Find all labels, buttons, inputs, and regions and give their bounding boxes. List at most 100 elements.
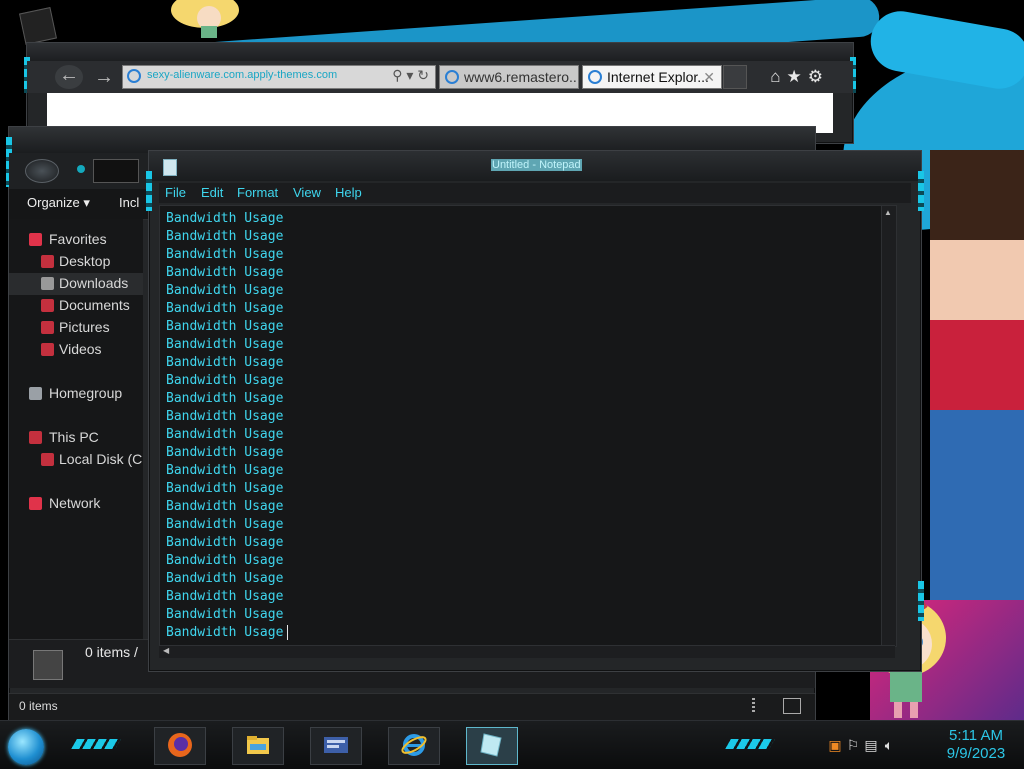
text-line-content: Bandwidth Usage <box>166 517 284 532</box>
desktop-icon <box>41 255 54 268</box>
text-line: Bandwidth Usage <box>166 444 288 462</box>
videos-icon <box>41 343 54 356</box>
text-line: Bandwidth Usage <box>166 246 288 264</box>
back-icon[interactable]: ← <box>55 65 83 89</box>
window-accent <box>918 581 924 621</box>
taskbar-control-panel[interactable] <box>310 727 362 765</box>
details-view-icon[interactable] <box>752 698 755 712</box>
text-line: Bandwidth Usage <box>166 498 288 516</box>
nav-item[interactable]: Downloads <box>9 273 143 295</box>
menu-edit[interactable]: Edit <box>201 185 223 200</box>
documents-icon <box>41 299 54 312</box>
text-line: Bandwidth Usage <box>166 408 288 426</box>
menu-file[interactable]: File <box>165 185 186 200</box>
nav-item[interactable]: Favorites <box>9 229 143 251</box>
text-line: Bandwidth Usage <box>166 516 288 534</box>
clock-date: 9/9/2023 <box>946 745 1006 762</box>
clock-time: 5:11 AM <box>949 727 1003 744</box>
text-line-content: Bandwidth Usage <box>166 445 284 460</box>
firefox-icon <box>168 733 192 757</box>
text-line: Bandwidth Usage <box>166 318 288 336</box>
organize-button[interactable]: Organize ▾ <box>27 195 90 211</box>
text-line: Bandwidth Usage <box>166 552 288 570</box>
nav-item[interactable]: This PC <box>9 427 143 449</box>
menu-format[interactable]: Format <box>237 185 278 200</box>
horizontal-scrollbar[interactable]: ◀ <box>159 645 895 658</box>
nav-item[interactable]: Videos <box>9 339 143 361</box>
back-icon[interactable] <box>77 165 85 173</box>
sublime-icon[interactable]: ▣ <box>826 737 844 754</box>
taskbar: ▣ ⚐ ▤ 🔈︎ 5:11 AM 9/9/2023 <box>0 720 1024 769</box>
browser-tab[interactable]: www6.remastero... <box>439 65 579 89</box>
this-pc-icon <box>29 431 42 444</box>
text-line: Bandwidth Usage <box>166 624 289 642</box>
text-line-content: Bandwidth Usage <box>166 463 284 478</box>
text-line: Bandwidth Usage <box>166 300 288 318</box>
text-line-content: Bandwidth Usage <box>166 571 284 586</box>
volume-icon[interactable]: 🔈︎ <box>880 737 898 754</box>
taskbar-firefox[interactable] <box>154 727 206 765</box>
nav-item[interactable]: Network <box>9 493 143 515</box>
taskbar-internet-explorer[interactable] <box>388 727 440 765</box>
favorites-star-icon[interactable]: ★ <box>787 67 808 86</box>
gear-icon[interactable]: ⚙ <box>808 67 829 86</box>
text-line: Bandwidth Usage <box>166 534 288 552</box>
start-button[interactable] <box>8 729 44 765</box>
downloads-icon <box>41 277 54 290</box>
navigation-pane: Favorites Desktop Downloads Documents Pictur… <box>9 219 143 639</box>
text-editor-area[interactable]: Bandwidth Usage Bandwidth Usage Bandwidth … <box>159 205 897 647</box>
text-line-content: Bandwidth Usage <box>166 427 284 442</box>
pictures-icon <box>41 321 54 334</box>
clock[interactable]: 5:11 AM 9/9/2023 <box>936 727 1016 763</box>
nav-item-label: Documents <box>59 297 130 313</box>
home-icon[interactable]: ⌂ <box>770 67 786 86</box>
nav-item-label: Favorites <box>49 231 107 247</box>
address-tools-icon[interactable]: ⚲ ▾ ↻ <box>392 67 429 84</box>
vertical-scrollbar[interactable]: ▲ <box>881 206 896 646</box>
taskbar-notepad[interactable] <box>466 727 518 765</box>
text-content: Bandwidth Usage Bandwidth Usage Bandwidth … <box>166 210 289 642</box>
nav-item[interactable]: Local Disk (C: <box>9 449 143 471</box>
window-titlebar[interactable] <box>27 43 853 62</box>
text-line: Bandwidth Usage <box>166 228 288 246</box>
window-accent <box>146 171 152 211</box>
new-tab-button[interactable] <box>723 65 747 89</box>
menu-view[interactable]: View <box>293 185 321 200</box>
tab-label: Internet Explor... <box>607 69 709 85</box>
nav-item-label: Downloads <box>59 275 129 291</box>
window-titlebar[interactable]: Untitled - Notepad <box>149 151 921 181</box>
address-bar[interactable]: sexy-alienware.com.apply-themes.com ⚲ ▾ … <box>122 65 436 89</box>
notepad-icon <box>480 733 502 757</box>
address-bar[interactable] <box>93 159 139 183</box>
ie-page-icon <box>588 70 602 84</box>
taskbar-file-explorer[interactable] <box>232 727 284 765</box>
nav-item[interactable]: Desktop <box>9 251 143 273</box>
text-line-content: Bandwidth Usage <box>166 283 284 298</box>
network-icon <box>29 497 42 510</box>
scroll-up-icon[interactable]: ▲ <box>884 208 892 217</box>
text-line-content: Bandwidth Usage <box>166 481 284 496</box>
ie-command-icons: ⌂★⚙ <box>770 67 829 87</box>
menu-help[interactable]: Help <box>335 185 362 200</box>
include-in-library-button[interactable]: Incl <box>119 195 139 210</box>
text-line-content: Bandwidth Usage <box>166 607 284 622</box>
forward-icon[interactable]: → <box>91 67 117 89</box>
text-line-content: Bandwidth Usage <box>166 355 284 370</box>
nav-item[interactable]: Homegroup <box>9 383 143 405</box>
browser-tab-active[interactable]: Internet Explor... ✕ <box>582 65 722 89</box>
text-line-content: Bandwidth Usage <box>166 535 284 550</box>
close-tab-icon[interactable]: ✕ <box>703 66 715 88</box>
large-icons-view-icon[interactable] <box>783 698 801 714</box>
nav-item[interactable]: Documents <box>9 295 143 317</box>
status-bar: 0 items <box>9 693 815 720</box>
text-line: Bandwidth Usage <box>166 588 288 606</box>
text-line-content: Bandwidth Usage <box>166 553 284 568</box>
nav-item[interactable]: Pictures <box>9 317 143 339</box>
desktop-icon[interactable] <box>19 7 57 45</box>
text-line: Bandwidth Usage <box>166 480 288 498</box>
ie-page-icon <box>445 70 459 84</box>
flag-icon[interactable]: ⚐ <box>844 737 862 754</box>
text-line-content: Bandwidth Usage <box>166 499 284 514</box>
network-tray-icon[interactable]: ▤ <box>862 737 880 754</box>
scroll-left-icon[interactable]: ◀ <box>163 646 169 655</box>
